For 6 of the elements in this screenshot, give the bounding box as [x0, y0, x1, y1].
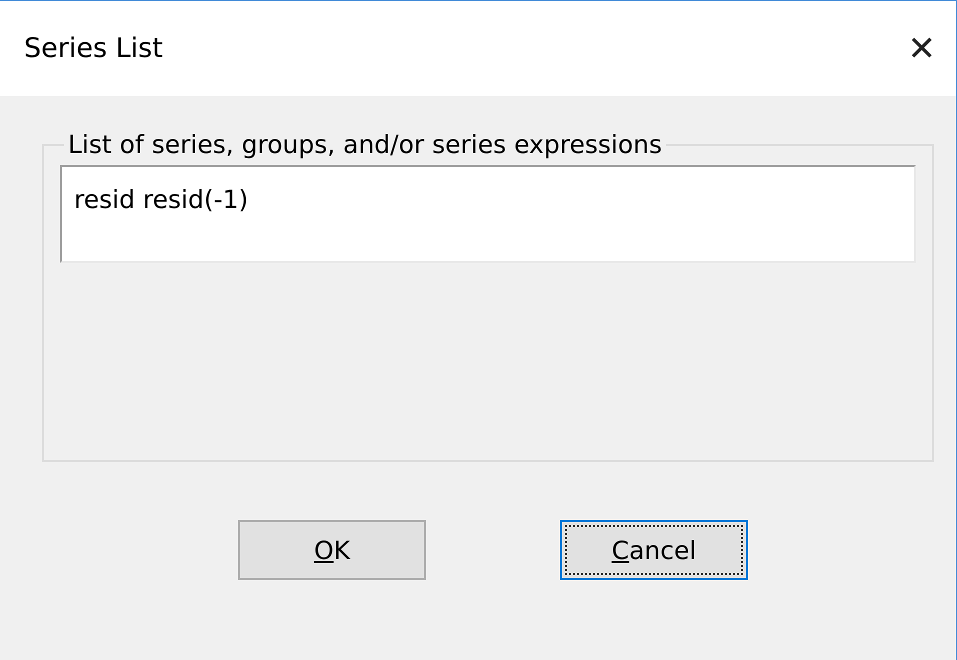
window-title: Series List: [24, 33, 163, 64]
close-button[interactable]: ✕: [900, 28, 944, 68]
group-label: List of series, groups, and/or series expressions: [67, 130, 663, 159]
cancel-button[interactable]: Cancel: [560, 520, 748, 580]
ok-button[interactable]: OK: [238, 520, 426, 580]
series-list-field[interactable]: resid resid(-1): [60, 165, 916, 263]
